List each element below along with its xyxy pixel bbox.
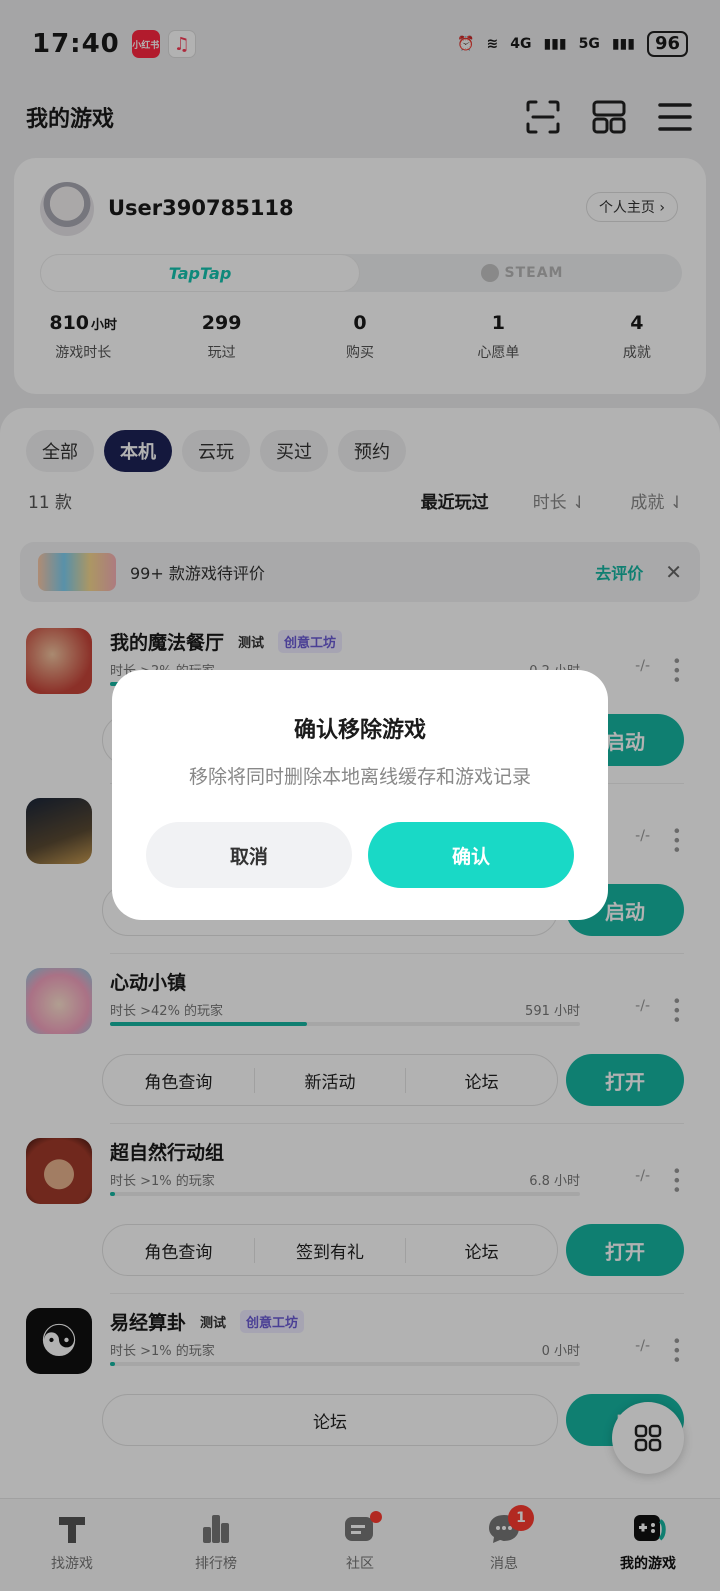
dialog-title: 确认移除游戏 (293, 718, 426, 743)
confirm-button[interactable]: 确认 (368, 822, 574, 888)
dialog-message: 移除将同时删除本地离线缓存和游戏记录 (188, 766, 531, 788)
confirm-remove-dialog: 确认移除游戏 移除将同时删除本地离线缓存和游戏记录 取消 确认 (112, 670, 608, 920)
cancel-button[interactable]: 取消 (146, 822, 352, 888)
